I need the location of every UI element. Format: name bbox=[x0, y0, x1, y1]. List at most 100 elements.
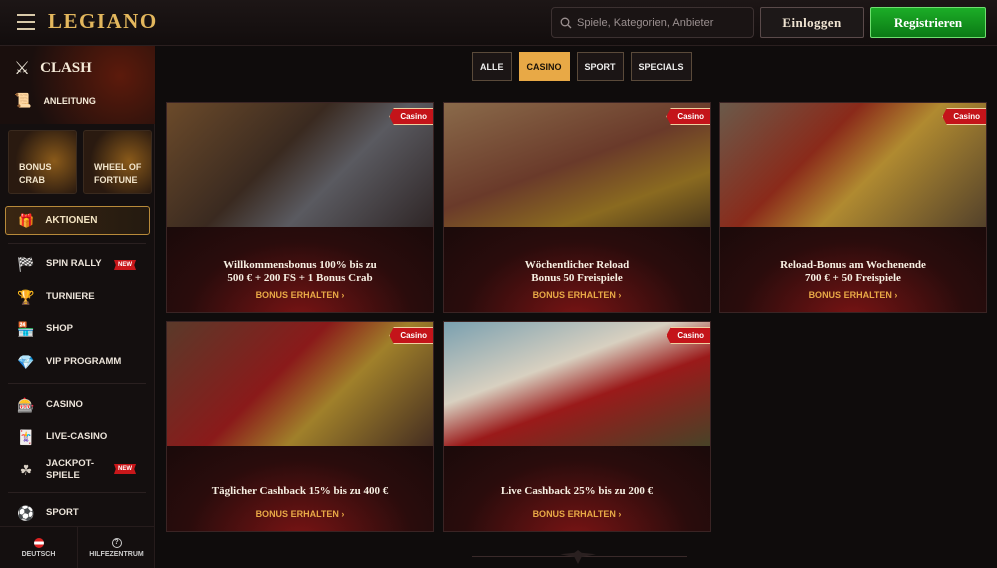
sidebar: ⚔ CLASH 📜 ANLEITUNG Bonus Crab Wheel of … bbox=[0, 46, 155, 568]
top-bar: LEGIANO Einloggen Registrieren bbox=[0, 0, 997, 46]
sidebar-item-shop[interactable]: 🏪 SHOP bbox=[16, 321, 73, 337]
promo-title: Reload-Bonus am Wochenende 700 € + 50 Fr… bbox=[780, 259, 926, 284]
sidebar-footer: DEUTSCH ? HILFEZENTRUM bbox=[0, 526, 155, 568]
login-button[interactable]: Einloggen bbox=[760, 7, 864, 38]
feature-tiles: Bonus Crab Wheel of Fortune bbox=[8, 130, 152, 194]
get-bonus-link[interactable]: BONUS ERHALTEN › bbox=[167, 509, 433, 519]
category-filters: ALLE CASINO SPORT SPECIALS bbox=[472, 52, 692, 81]
promo-card[interactable]: Casino Willkommensbonus 100% bis zu 500 … bbox=[166, 102, 434, 313]
tile-bonus-crab[interactable]: Bonus Crab bbox=[8, 130, 77, 194]
search-box[interactable] bbox=[551, 7, 754, 38]
chevron-right-icon: › bbox=[618, 509, 622, 519]
filter-sport[interactable]: SPORT bbox=[576, 52, 624, 81]
eagle-ornament-icon bbox=[560, 550, 596, 564]
sidebar-item-label: SPIN RALLY bbox=[46, 258, 102, 269]
sidebar-item-vip[interactable]: 💎 VIP PROGRAMM bbox=[16, 354, 121, 370]
get-bonus-link[interactable]: BONUS ERHALTEN › bbox=[444, 509, 710, 519]
promo-card[interactable]: Casino Reload-Bonus am Wochenende 700 € … bbox=[719, 102, 987, 313]
casino-ribbon: Casino bbox=[942, 108, 986, 125]
ball-icon: ⚽ bbox=[17, 504, 35, 521]
sidebar-item-label: LIVE-CASINO bbox=[46, 431, 108, 442]
hamburger-menu-icon[interactable] bbox=[17, 14, 35, 30]
casino-ribbon: Casino bbox=[389, 108, 433, 125]
cta-label: BONUS ERHALTEN bbox=[532, 290, 616, 300]
sidebar-item-jackpot[interactable]: ☘ JACKPOT- SPIELE bbox=[16, 458, 94, 482]
cta-label: BONUS ERHALTEN bbox=[255, 290, 339, 300]
casino-ribbon: Casino bbox=[666, 108, 710, 125]
promo-card[interactable]: Casino Wöchentlicher Reload Bonus 50 Fre… bbox=[443, 102, 711, 313]
divider bbox=[8, 492, 146, 493]
filter-specials[interactable]: SPECIALS bbox=[630, 52, 692, 81]
language-label: DEUTSCH bbox=[21, 550, 56, 558]
promo-image bbox=[444, 103, 710, 243]
help-label: HILFEZENTRUM bbox=[89, 550, 144, 558]
new-badge: NEW bbox=[114, 464, 136, 474]
promo-title: Täglicher Cashback 15% bis zu 400 € bbox=[211, 485, 389, 497]
sidebar-item-label: SHOP bbox=[46, 323, 73, 334]
sidebar-item-aktionen[interactable]: 🎁 AKTIONEN bbox=[5, 206, 150, 235]
clash-label: CLASH bbox=[40, 60, 92, 76]
diamond-icon: 💎 bbox=[17, 353, 35, 370]
filter-alle[interactable]: ALLE bbox=[472, 52, 512, 81]
get-bonus-link[interactable]: BONUS ERHALTEN › bbox=[444, 290, 710, 300]
chevron-right-icon: › bbox=[618, 290, 622, 300]
tile-wheel-of-fortune[interactable]: Wheel of Fortune bbox=[83, 130, 152, 194]
sidebar-item-label: CASINO bbox=[46, 399, 83, 410]
aktionen-label: AKTIONEN bbox=[45, 215, 98, 226]
chevron-right-icon: › bbox=[341, 509, 345, 519]
promo-title: Live Cashback 25% bis zu 200 € bbox=[500, 485, 654, 497]
sidebar-item-label: VIP PROGRAMM bbox=[46, 356, 122, 367]
casino-ribbon: Casino bbox=[666, 327, 710, 344]
register-button[interactable]: Registrieren bbox=[870, 7, 986, 38]
anleitung-link[interactable]: 📜 ANLEITUNG bbox=[14, 92, 96, 109]
trophy-icon: 🏆 bbox=[17, 288, 35, 305]
new-badge: NEW bbox=[114, 260, 136, 270]
promo-card[interactable]: Casino Täglicher Cashback 15% bis zu 400… bbox=[166, 321, 434, 532]
chevron-right-icon: › bbox=[894, 290, 898, 300]
austria-flag-icon bbox=[33, 537, 44, 548]
shop-icon: 🏪 bbox=[17, 320, 35, 337]
brand-logo[interactable]: LEGIANO bbox=[48, 9, 158, 34]
sidebar-item-live-casino[interactable]: 🃏 LIVE-CASINO bbox=[16, 429, 107, 445]
promo-image bbox=[720, 103, 986, 243]
anleitung-label: ANLEITUNG bbox=[43, 95, 96, 106]
divider bbox=[8, 383, 146, 384]
sidebar-item-casino[interactable]: 🎰 CASINO bbox=[16, 397, 83, 413]
help-icon: ? bbox=[111, 537, 122, 548]
help-center-link[interactable]: ? HILFEZENTRUM bbox=[77, 527, 155, 568]
casino-ribbon: Casino bbox=[389, 327, 433, 344]
promo-image bbox=[444, 322, 710, 462]
clash-link[interactable]: ⚔ CLASH bbox=[14, 58, 92, 79]
sidebar-item-label: JACKPOT- SPIELE bbox=[46, 458, 95, 481]
search-icon bbox=[560, 17, 572, 28]
gift-icon: 🎁 bbox=[18, 212, 35, 228]
crossed-swords-icon: ⚔ bbox=[14, 58, 31, 78]
divider bbox=[8, 243, 146, 244]
tile-bonus-crab-label: Bonus Crab bbox=[19, 162, 52, 185]
get-bonus-link[interactable]: BONUS ERHALTEN › bbox=[167, 290, 433, 300]
sidebar-item-sport[interactable]: ⚽ SPORT bbox=[16, 504, 79, 521]
cards-icon: 🃏 bbox=[17, 428, 35, 445]
cta-label: BONUS ERHALTEN bbox=[808, 290, 892, 300]
sidebar-item-label: TURNIERE bbox=[46, 291, 95, 302]
language-selector[interactable]: DEUTSCH bbox=[0, 527, 77, 568]
checkered-flag-icon: 🏁 bbox=[17, 255, 35, 272]
chevron-right-icon: › bbox=[341, 290, 345, 300]
clash-section: ⚔ CLASH 📜 ANLEITUNG bbox=[0, 46, 155, 124]
tile-wheel-label: Wheel of Fortune bbox=[94, 162, 142, 185]
sidebar-item-label: SPORT bbox=[46, 507, 79, 518]
filter-casino[interactable]: CASINO bbox=[518, 52, 570, 81]
sidebar-item-turniere[interactable]: 🏆 TURNIERE bbox=[16, 288, 95, 305]
promo-image bbox=[167, 103, 433, 243]
sidebar-item-spin-rally[interactable]: 🏁 SPIN RALLY bbox=[16, 255, 102, 272]
get-bonus-link[interactable]: BONUS ERHALTEN › bbox=[720, 290, 986, 300]
cta-label: BONUS ERHALTEN bbox=[255, 509, 339, 519]
promo-image bbox=[167, 322, 433, 462]
promo-card[interactable]: Casino Live Cashback 25% bis zu 200 € BO… bbox=[443, 321, 711, 532]
promo-title: Willkommensbonus 100% bis zu 500 € + 200… bbox=[223, 259, 377, 284]
cta-label: BONUS ERHALTEN bbox=[532, 509, 616, 519]
search-input[interactable] bbox=[577, 16, 747, 29]
clover-icon: ☘ bbox=[19, 461, 33, 478]
main-content: ALLE CASINO SPORT SPECIALS Casino Willko… bbox=[156, 46, 997, 568]
slot-machine-icon: 🎰 bbox=[17, 396, 35, 413]
